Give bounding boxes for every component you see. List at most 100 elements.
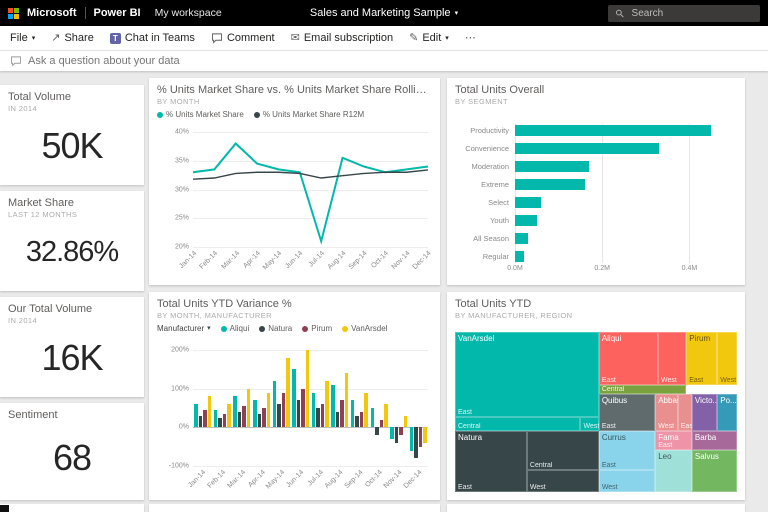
treemap-cell-west[interactable]: West — [526, 469, 599, 492]
bar-aliqui[interactable] — [213, 409, 218, 428]
bar-moderation[interactable] — [515, 160, 590, 172]
email-subscription-button[interactable]: ✉ Email subscription — [291, 32, 393, 44]
bar-select[interactable] — [515, 197, 542, 209]
treemap-cell-po[interactable]: Po... — [717, 394, 737, 432]
bar-natura[interactable] — [355, 415, 359, 428]
tile-market-share-line-chart[interactable]: % Units Market Share vs. % Units Market … — [149, 78, 440, 285]
tile-sentiment[interactable]: Sentiment 68 — [0, 403, 144, 500]
bar-natura[interactable] — [335, 411, 340, 428]
bar-pirum[interactable] — [320, 404, 325, 428]
bar-vanarsdel[interactable] — [384, 404, 388, 428]
dashboard-title-dropdown[interactable]: Sales and Marketing Sample ▾ — [310, 0, 458, 26]
bar-natura[interactable] — [414, 427, 418, 459]
treemap-cell-central[interactable]: Central — [526, 431, 599, 470]
bar-natura[interactable] — [218, 417, 222, 428]
treemap-cell-currus[interactable]: Currus East — [598, 431, 656, 470]
bar-vanarsdel[interactable] — [423, 427, 427, 443]
bar-natura[interactable] — [198, 415, 203, 428]
bar-regular[interactable] — [515, 251, 524, 263]
bar-pirum[interactable] — [222, 413, 227, 428]
bar-natura[interactable] — [257, 413, 262, 428]
bar-pirum[interactable] — [379, 419, 384, 428]
bar-aliqui[interactable] — [350, 400, 355, 428]
bar-pirum[interactable] — [281, 392, 286, 428]
bar-pirum[interactable] — [399, 427, 403, 436]
bar-vanarsdel[interactable] — [325, 380, 329, 428]
bar-pirum[interactable] — [418, 427, 423, 447]
bar-vanarsdel[interactable] — [207, 396, 212, 428]
bar-vanarsdel[interactable] — [344, 373, 349, 428]
bar-productivity[interactable] — [515, 124, 712, 136]
bar-vanarsdel[interactable] — [227, 404, 231, 428]
treemap-cell-west[interactable]: West — [717, 332, 737, 385]
treemap-cell-victo[interactable]: Victo... — [691, 394, 718, 432]
treemap-cell-aliqui[interactable]: Aliqui East — [598, 332, 659, 385]
bar-pirum[interactable] — [242, 406, 246, 428]
bar-convenience[interactable] — [515, 142, 659, 154]
tile-total-volume[interactable]: Total Volume IN 2014 50K — [0, 85, 144, 185]
workspace-link[interactable]: My workspace — [155, 7, 222, 19]
bar-natura[interactable] — [277, 404, 281, 428]
bar-vanarsdel[interactable] — [266, 392, 271, 428]
treemap-cell-barba[interactable]: Barba — [691, 431, 737, 451]
bar-pirum[interactable] — [203, 409, 207, 428]
bar-aliqui[interactable] — [409, 427, 414, 451]
search-box[interactable] — [608, 4, 760, 22]
bar-vanarsdel[interactable] — [286, 357, 290, 428]
treemap-cell-vanarsdel[interactable]: VanArsdel East — [455, 332, 599, 417]
treemap-cell-fama[interactable]: Fama East — [655, 431, 692, 451]
edit-button[interactable]: ✎ Edit ▾ — [409, 32, 449, 44]
treemap-cell-abbas[interactable]: Abbas West — [655, 394, 678, 432]
treemap-cell-quibus[interactable]: Quibus East — [598, 394, 656, 432]
treemap-cell-central[interactable]: Central — [598, 384, 687, 395]
more-options-button[interactable]: ⋯ — [465, 32, 476, 44]
bar-pirum[interactable] — [359, 411, 364, 428]
powerbi-home-link[interactable]: Power BI — [94, 7, 141, 19]
bar-natura[interactable] — [316, 408, 320, 428]
bar-vanarsdel[interactable] — [305, 350, 310, 428]
line-series-units-market-share[interactable] — [193, 144, 428, 242]
tile-our-total-volume[interactable]: Our Total Volume IN 2014 16K — [0, 297, 144, 397]
treemap-cell-west[interactable]: West — [580, 416, 599, 432]
bar-aliqui[interactable] — [311, 392, 316, 428]
bar-natura[interactable] — [296, 400, 301, 428]
tile-ytd-variance-chart[interactable]: Total Units YTD Variance % BY MONTH, MAN… — [149, 292, 440, 500]
bar-vanarsdel[interactable] — [364, 392, 368, 428]
bar-natura[interactable] — [237, 411, 242, 428]
bar-aliqui[interactable] — [390, 427, 394, 439]
treemap-cell-east[interactable]: East — [677, 394, 692, 432]
bar-aliqui[interactable] — [370, 408, 375, 428]
share-button[interactable]: ↗ Share — [51, 32, 94, 44]
bar-pirum[interactable] — [301, 388, 305, 428]
bar-aliqui[interactable] — [233, 396, 237, 428]
bar-vanarsdel[interactable] — [246, 388, 251, 428]
treemap-cell-west[interactable]: West — [598, 469, 656, 492]
tile-market-share[interactable]: Market Share LAST 12 MONTHS 32.86% — [0, 191, 144, 291]
bar-pirum[interactable] — [340, 400, 344, 428]
treemap-cell-salvus[interactable]: Salvus — [691, 450, 737, 492]
bar-aliqui[interactable] — [253, 400, 257, 428]
bar-youth[interactable] — [515, 215, 537, 227]
treemap-cell-west[interactable]: West — [658, 332, 687, 385]
bar-aliqui[interactable] — [331, 384, 335, 428]
treemap-cell-leo[interactable]: Leo — [655, 450, 692, 492]
bar-aliqui[interactable] — [272, 380, 277, 428]
file-menu-button[interactable]: File ▾ — [10, 32, 35, 44]
qna-bar[interactable]: Ask a question about your data — [0, 50, 768, 71]
treemap-cell-central[interactable]: Central — [455, 416, 581, 432]
bar-extreme[interactable] — [515, 178, 585, 190]
tile-total-units-overall[interactable]: Total Units Overall BY SEGMENT 0.0M 0.2M 0… — [447, 78, 745, 285]
treemap-cell-pirum[interactable]: Pirum East — [686, 332, 718, 385]
bar-aliqui[interactable] — [292, 369, 296, 428]
bar-aliqui[interactable] — [194, 404, 198, 428]
bar-vanarsdel[interactable] — [403, 415, 408, 428]
comment-button[interactable]: Comment — [211, 32, 275, 44]
bar-all-season[interactable] — [515, 233, 529, 245]
legend-field-dropdown[interactable]: Manufacturer ▾ — [157, 324, 211, 333]
treemap-cell-natura[interactable]: Natura East — [455, 431, 527, 492]
chat-in-teams-button[interactable]: T Chat in Teams — [109, 32, 195, 44]
bar-natura[interactable] — [375, 427, 379, 436]
bar-pirum[interactable] — [262, 408, 266, 428]
tile-total-units-ytd-treemap[interactable]: Total Units YTD BY MANUFACTURER, REGION … — [447, 292, 745, 500]
search-input[interactable] — [629, 6, 753, 20]
